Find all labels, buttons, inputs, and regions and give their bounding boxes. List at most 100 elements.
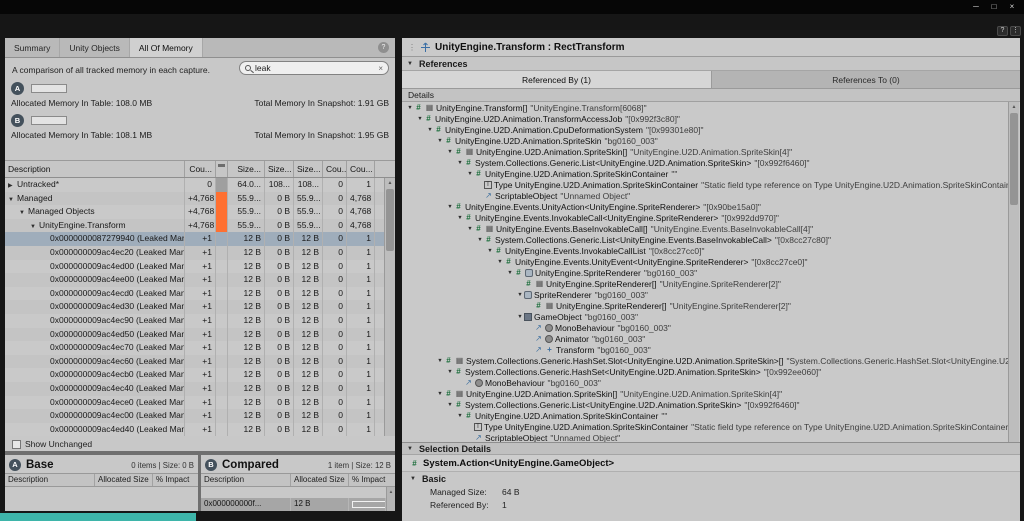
tree-node[interactable]: ▼ # UnityEngine.U2D.Animation.SpriteSkin "b… [402,135,1008,146]
tree-expander-icon[interactable]: ▼ [446,204,454,210]
tree-expander-icon[interactable]: ▼ [446,149,454,155]
tree-expander-icon[interactable]: ▼ [436,391,444,397]
column-header[interactable]: Allocated Size [95,474,153,486]
tree-expander-icon[interactable]: ▼ [516,314,524,320]
tab-summary[interactable]: Summary [5,38,61,57]
selection-details-expander-icon[interactable]: ▼ [407,446,416,452]
memory-table-row[interactable]: 0x000000009ac4ecd0 (Leaked Managed Shell… [5,286,384,301]
memory-table-row[interactable]: 0x000000009ac4ece0 (Leaked Managed Shell… [5,395,384,410]
column-header-description[interactable]: Description [5,161,185,177]
memory-table-row[interactable]: 0x0000000087279940 (Leaked Managed Shell… [5,232,384,246]
tree-node[interactable]: ▼ # UnityEngine.Events.InvokableCallList "[… [402,245,1008,256]
close-icon[interactable]: × [1004,1,1020,13]
column-header-count-a[interactable]: Cou... [323,161,347,177]
help-icon[interactable]: ? [997,26,1008,36]
scroll-up-icon[interactable]: ▲ [385,178,395,188]
tree-node[interactable]: # ▦ UnityEngine.SpriteRenderer[] "UnityEngi… [402,300,1008,311]
tree-node[interactable]: ▼ # UnityEngine.Events.InvokableCall<Unity… [402,212,1008,223]
references-section-header[interactable]: ▼ References [402,57,1020,71]
tree-node[interactable]: ↗ ScriptableObject "Unnamed Object" [402,432,1008,443]
show-unchanged-toggle[interactable]: Show Unchanged [12,439,92,449]
tree-node[interactable]: ▼ # System.Collections.Generic.List<UnityE… [402,234,1008,245]
tree-expander-icon[interactable]: ▼ [466,226,474,232]
tree-expander-icon[interactable]: ▼ [416,116,424,122]
tree-node[interactable]: ↗ + Transform "bg0160_003" [402,344,1008,355]
tree-node[interactable]: ▼ # ▦ System.Collections.Generic.HashSet.Sl… [402,355,1008,366]
column-header[interactable]: Description [5,474,95,486]
scroll-thumb[interactable] [386,189,394,251]
column-header-size-b[interactable]: Size... [265,161,294,177]
memory-table-row[interactable]: ▼ UnityEngine.Transform +4,768 55.9... 0 B 55… [5,218,384,233]
memory-table-row[interactable]: 0x000000009ac4ed40 (Leaked Managed Shell… [5,422,384,436]
tree-node[interactable]: ▼ # UnityEngine.U2D.Animation.SpriteSkinCo… [402,168,1008,179]
memory-table-row[interactable]: 0x000000009ac4ee00 (Leaked Managed Shell… [5,273,384,287]
tree-node[interactable]: ▼ # UnityEngine.Events.UnityEvent<UnityEng… [402,256,1008,267]
column-header-count[interactable]: Cou... [185,161,216,177]
tree-expander-icon[interactable]: ▼ [486,248,494,254]
memory-table-row[interactable]: 0x000000009ac4ec00 (Leaked Managed Shell… [5,409,384,423]
tree-node[interactable]: ▼ # UnityEngine.U2D.Animation.SpriteSkinCo… [402,410,1008,421]
column-header[interactable]: % Impact [153,474,198,486]
search-input[interactable]: leak × [239,61,389,75]
tree-expander-icon[interactable]: ▼ [516,292,524,298]
tree-scroll-thumb[interactable] [1010,113,1018,205]
basic-expander-icon[interactable]: ▼ [410,476,419,482]
column-header[interactable]: Allocated Size [291,474,349,486]
tree-expander-icon[interactable]: ▼ [466,171,474,177]
tree-scrollbar[interactable]: ▲ [1008,102,1019,442]
drag-handle-icon[interactable]: ⋮ [408,43,416,52]
compared-scrollbar[interactable]: ▲ [386,487,395,511]
tab-references-to[interactable]: References To (0) [711,71,1020,88]
tree-expander-icon[interactable]: ▼ [476,237,484,243]
tree-expander-icon[interactable]: ▼ [436,138,444,144]
tree-node[interactable]: ▼ # System.Collections.Generic.HashSet<Uni… [402,366,1008,377]
tree-expander-icon[interactable]: ▼ [456,413,464,419]
memory-table-row[interactable]: 0x000000009ac4ec90 (Leaked Managed Shell… [5,313,384,328]
memory-table-row[interactable]: 0x000000009ac4ed00 (Leaked Managed Shell… [5,259,384,274]
tree-expander-icon[interactable]: ▼ [506,270,514,276]
memory-table-row[interactable]: ▶ Untracked* 0 64.0... 108... 108... 0 1 [5,178,384,192]
tree-node[interactable]: ▼ # ▦ UnityEngine.U2D.Animation.SpriteSkin[… [402,388,1008,399]
column-header-size-a[interactable]: Size... [228,161,265,177]
column-header[interactable]: Description [201,474,291,486]
tree-node[interactable]: ▼ # UnityEngine.U2D.Animation.CpuDeformati… [402,124,1008,135]
compared-row[interactable]: 0x000000000f... 12 B [201,498,386,511]
tree-node[interactable]: ▼ # System.Collections.Generic.List<UnityE… [402,399,1008,410]
memory-table-row[interactable]: ▼ Managed +4,768 55.9... 0 B 55.9... 0 4,768 [5,191,384,206]
search-clear-icon[interactable]: × [378,64,383,73]
references-expander-icon[interactable]: ▼ [407,61,416,67]
memory-table-row[interactable]: 0x000000009ac4ec20 (Leaked Managed Shell… [5,245,384,260]
tree-node[interactable]: ↗ Animator "bg0160_003" [402,333,1008,344]
tree-node[interactable]: ▼ # UnityEngine.U2D.Animation.TransformAcc… [402,113,1008,124]
tree-expander-icon[interactable]: ▼ [446,369,454,375]
memory-table-row[interactable]: 0x000000009ac4ecb0 (Leaked Managed Shell… [5,368,384,382]
tab-all-of-memory[interactable]: All Of Memory [129,38,203,57]
tree-node[interactable]: # ▦ UnityEngine.SpriteRenderer[] "UnityEngi… [402,278,1008,289]
menu-icon[interactable]: ⋮ [1010,26,1021,36]
memory-table-row[interactable]: 0x000000009ac4ed30 (Leaked Managed Shell… [5,300,384,314]
tree-expander-icon[interactable]: ▼ [446,402,454,408]
tree-node[interactable]: ▼ # ▦ UnityEngine.Events.BaseInvokableCall[… [402,223,1008,234]
tab-referenced-by[interactable]: Referenced By (1) [402,71,711,88]
tree-node[interactable]: ▼ # ▦ UnityEngine.U2D.Animation.SpriteSkin[… [402,146,1008,157]
memory-table-row[interactable]: 0x000000009ac4ec70 (Leaked Managed Shell… [5,341,384,355]
row-expander-icon[interactable]: ▼ [19,207,28,219]
tree-node[interactable]: ▼ # UnityEngine.Events.UnityAction<UnityEn… [402,201,1008,212]
memory-table-row[interactable]: 0x000000009ac4ec40 (Leaked Managed Shell… [5,381,384,396]
tree-node[interactable]: T Type UnityEngine.U2D.Animation.SpriteSk… [402,179,1008,190]
show-unchanged-checkbox[interactable] [12,439,21,449]
row-expander-icon[interactable]: ▼ [8,194,17,206]
row-expander-icon[interactable]: ▼ [30,221,39,233]
column-header-size-delta[interactable]: Size... [294,161,323,177]
tree-expander-icon[interactable]: ▼ [436,358,444,364]
tab-unity-objects[interactable]: Unity Objects [60,38,130,57]
tree-node[interactable]: ▼ GameObject "bg0160_003" [402,311,1008,322]
tree-expander-icon[interactable]: ▼ [456,160,464,166]
maximize-icon[interactable]: □ [986,1,1002,13]
basic-section-header[interactable]: ▼ Basic [402,472,1020,485]
tree-expander-icon[interactable]: ▼ [406,105,414,111]
tree-node[interactable]: ▼ # UnityEngine.SpriteRenderer "bg0160_003" [402,267,1008,278]
tree-node[interactable]: ▼ # System.Collections.Generic.List<UnityE… [402,157,1008,168]
column-header-impact[interactable] [216,161,228,177]
tree-scroll-up-icon[interactable]: ▲ [1009,102,1019,112]
